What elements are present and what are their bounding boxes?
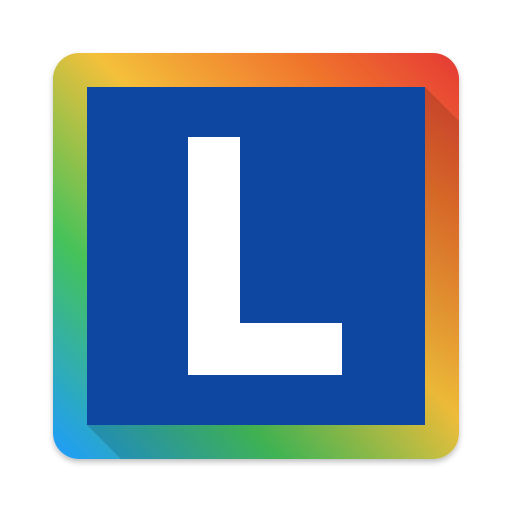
icon-canvas: L: [0, 0, 512, 512]
app-launcher-icon[interactable]: L: [0, 0, 512, 512]
